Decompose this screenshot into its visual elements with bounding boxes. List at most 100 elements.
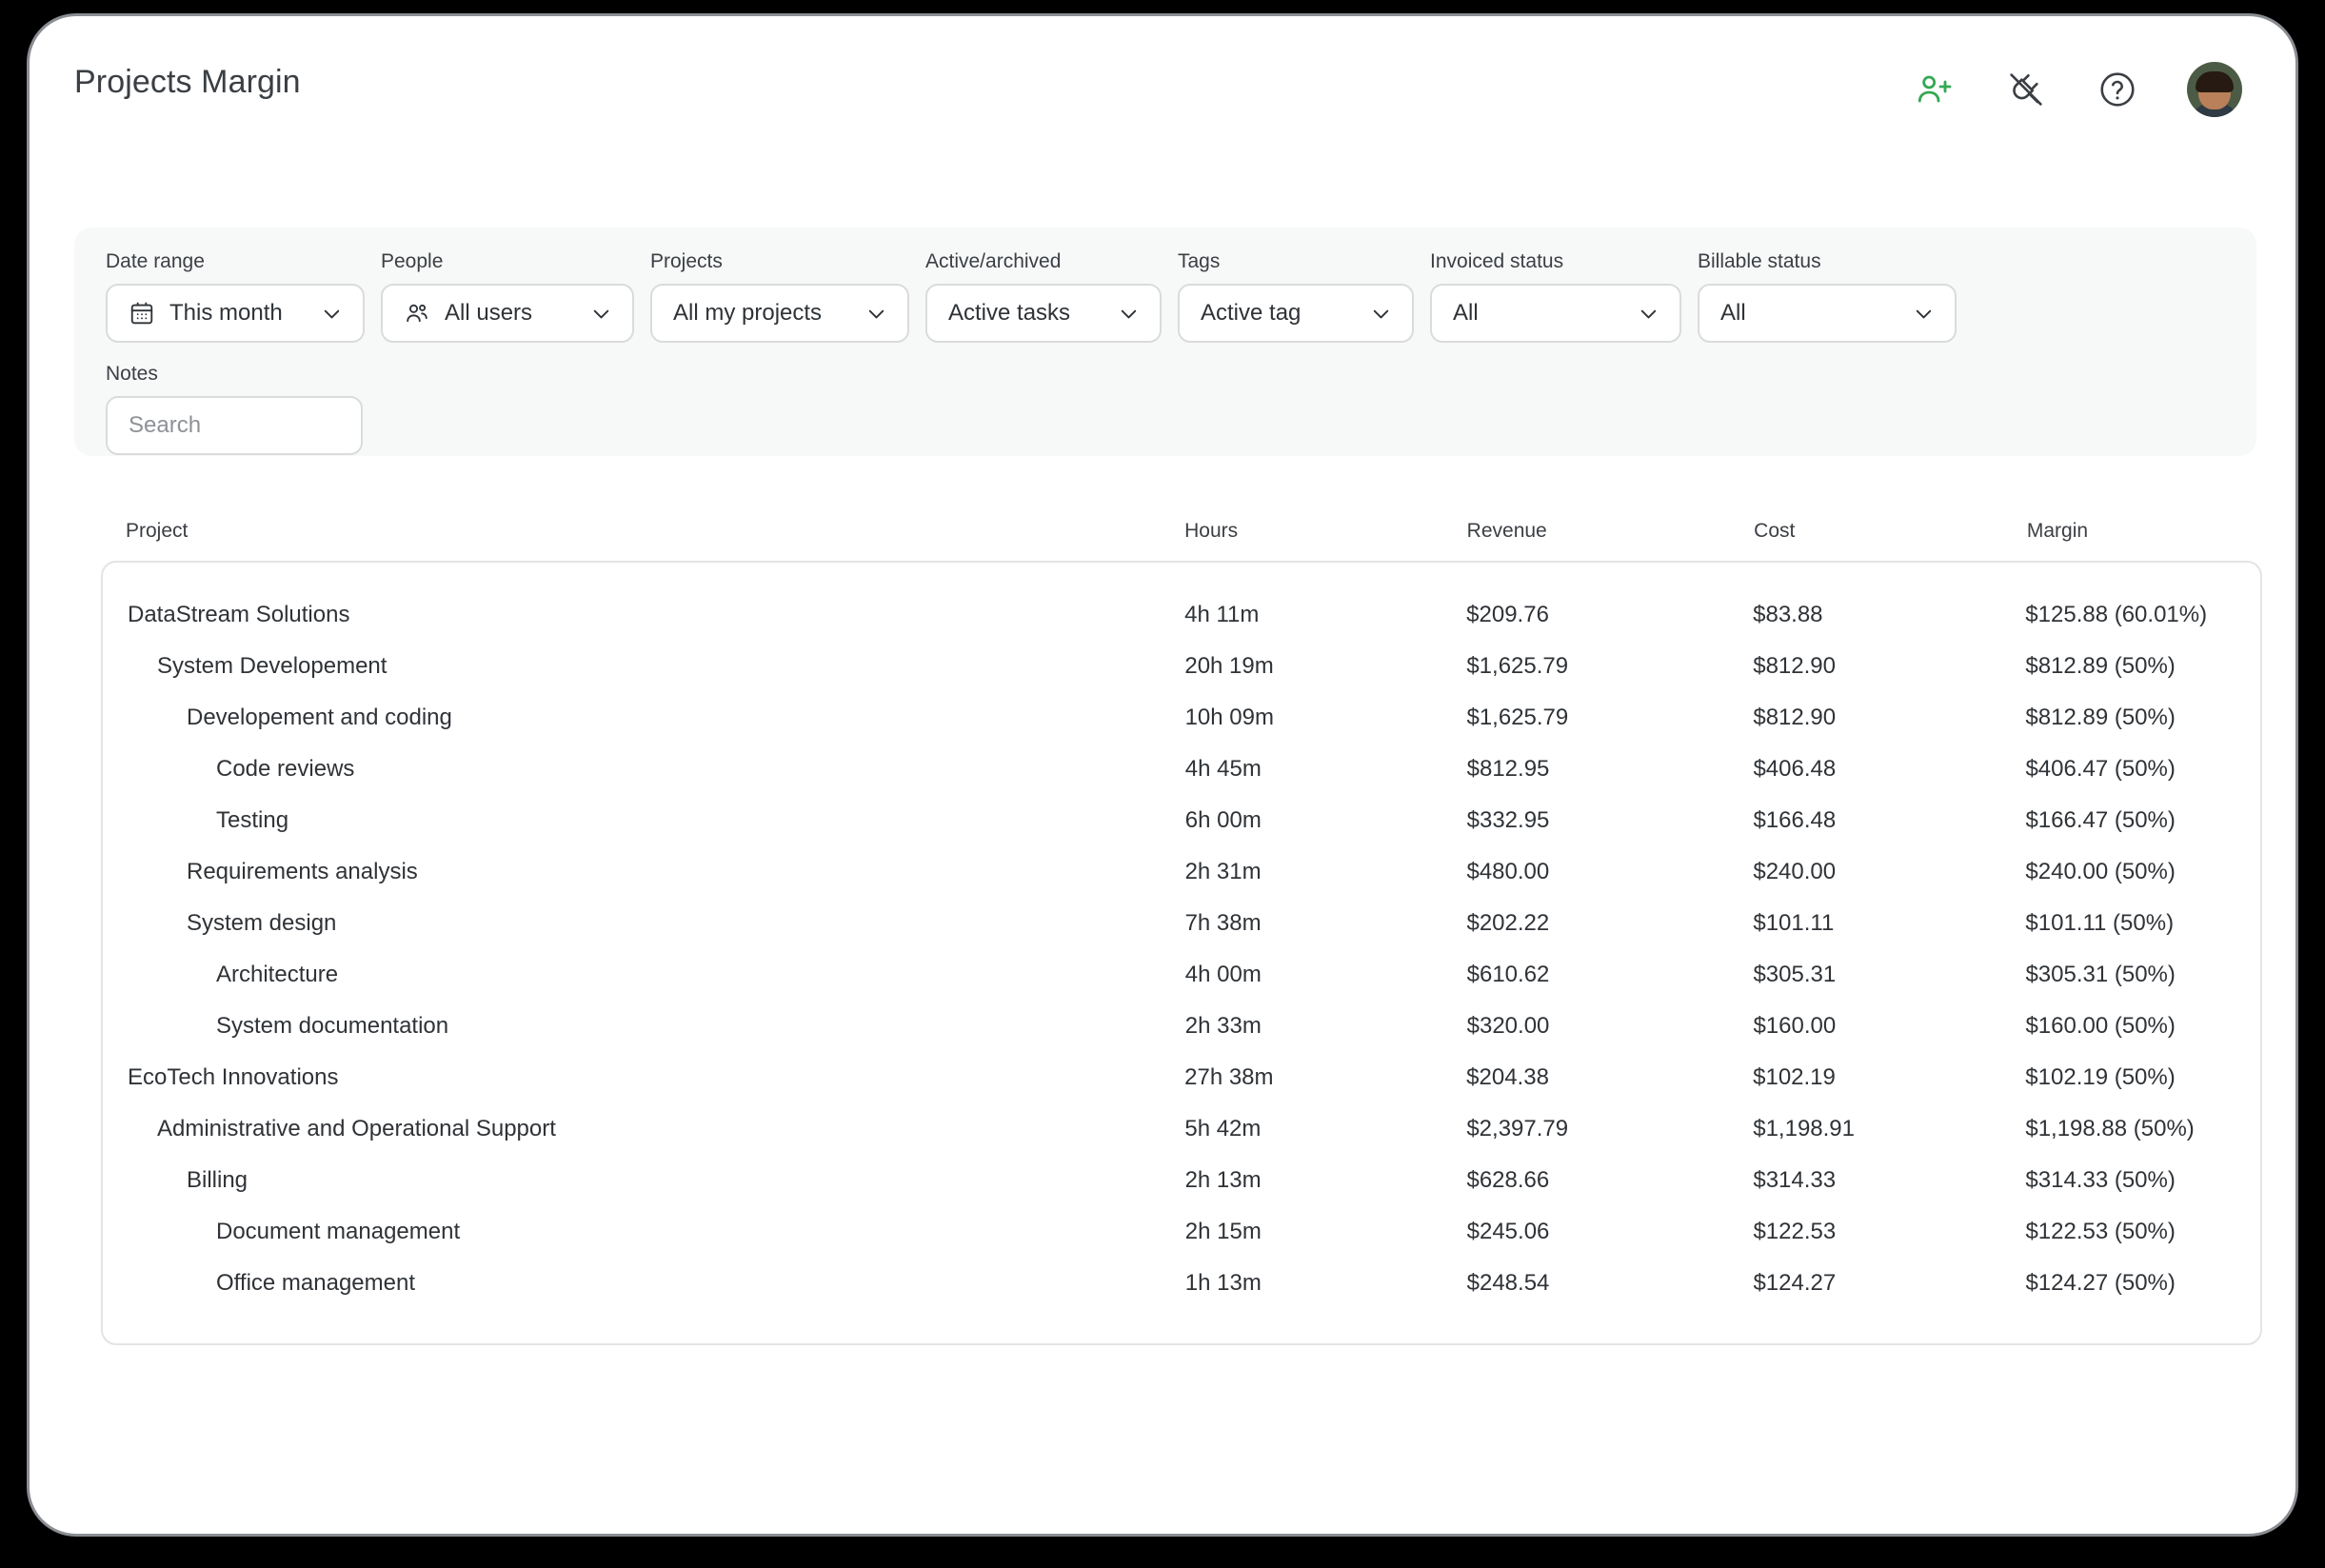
cell-revenue: $209.76	[1466, 602, 1753, 628]
cell-project: Requirements analysis	[128, 859, 1185, 885]
calendar-icon	[129, 300, 155, 327]
cell-project: DataStream Solutions	[128, 602, 1184, 628]
table-header-row: Project Hours Revenue Cost Margin	[101, 504, 2262, 559]
cell-project: Architecture	[128, 962, 1185, 988]
filter-label-people: People	[381, 250, 634, 273]
table-row[interactable]: Office management1h 13m$248.54$124.27$12…	[103, 1258, 2260, 1309]
filter-label-billable-status: Billable status	[1698, 250, 1957, 273]
column-header-revenue: Revenue	[1467, 520, 1755, 543]
filter-select-billable-status[interactable]: All	[1698, 284, 1957, 343]
cell-revenue: $610.62	[1467, 962, 1754, 988]
filter-value-people: All users	[445, 300, 588, 327]
cell-project: System Developement	[128, 653, 1184, 680]
cell-margin: $101.11 (50%)	[2025, 910, 2260, 937]
cell-revenue: $204.38	[1466, 1064, 1753, 1091]
filter-value-projects: All my projects	[673, 300, 864, 327]
filter-label-tags: Tags	[1178, 250, 1414, 273]
chevron-down-icon	[319, 301, 345, 327]
chevron-down-icon	[588, 301, 614, 327]
projects-margin-table: Project Hours Revenue Cost Margin DataSt…	[101, 504, 2262, 1345]
cell-cost: $1,198.91	[1753, 1116, 2025, 1142]
cell-project: Developement and coding	[128, 705, 1185, 731]
filter-group-projects: Projects All my projects	[650, 250, 909, 343]
filter-label-projects: Projects	[650, 250, 909, 273]
cell-hours: 4h 11m	[1184, 602, 1466, 628]
column-header-project: Project	[126, 520, 1184, 543]
cell-margin: $240.00 (50%)	[2025, 859, 2260, 885]
avatar-hair	[2196, 71, 2234, 92]
header-actions	[1913, 62, 2242, 117]
cell-revenue: $245.06	[1467, 1219, 1754, 1245]
search-input[interactable]	[106, 396, 363, 455]
filter-select-tags[interactable]: Active tag	[1178, 284, 1414, 343]
chevron-down-icon	[1368, 301, 1394, 327]
table-row[interactable]: Requirements analysis2h 31m$480.00$240.0…	[103, 846, 2260, 898]
column-header-hours: Hours	[1184, 520, 1467, 543]
table-row[interactable]: System Developement20h 19m$1,625.79$812.…	[103, 641, 2260, 692]
cell-revenue: $332.95	[1467, 807, 1754, 834]
cell-hours: 7h 38m	[1185, 910, 1467, 937]
chevron-down-icon	[864, 301, 889, 327]
filter-select-invoiced-status[interactable]: All	[1430, 284, 1681, 343]
chevron-down-icon	[1636, 301, 1661, 327]
cell-hours: 4h 45m	[1185, 756, 1467, 783]
cell-project: EcoTech Innovations	[128, 1064, 1184, 1091]
cell-margin: $812.89 (50%)	[2025, 705, 2260, 731]
cell-hours: 1h 13m	[1185, 1270, 1467, 1297]
cell-project: System documentation	[128, 1013, 1185, 1040]
column-header-margin: Margin	[2027, 520, 2262, 543]
add-user-icon[interactable]	[1913, 68, 1957, 111]
table-row[interactable]: Architecture4h 00m$610.62$305.31$305.31 …	[103, 949, 2260, 1001]
avatar[interactable]	[2187, 62, 2242, 117]
filter-group-invoiced-status: Invoiced status All	[1430, 250, 1681, 343]
filter-select-people[interactable]: All users	[381, 284, 634, 343]
help-circle-icon[interactable]	[2096, 68, 2139, 111]
cell-cost: $812.90	[1753, 705, 2025, 731]
filter-select-projects[interactable]: All my projects	[650, 284, 909, 343]
cell-project: Administrative and Operational Support	[128, 1116, 1184, 1142]
filter-value-active-archived: Active tasks	[948, 300, 1116, 327]
table-row[interactable]: System design7h 38m$202.22$101.11$101.11…	[103, 898, 2260, 949]
cell-margin: $102.19 (50%)	[2025, 1064, 2260, 1091]
filter-panel: Date range This month	[74, 228, 2256, 456]
table-row[interactable]: Document management2h 15m$245.06$122.53$…	[103, 1206, 2260, 1258]
cell-margin: $406.47 (50%)	[2025, 756, 2260, 783]
table-row[interactable]: Administrative and Operational Support5h…	[103, 1103, 2260, 1155]
table-row[interactable]: DataStream Solutions4h 11m$209.76$83.88$…	[103, 589, 2260, 641]
table-body-card: DataStream Solutions4h 11m$209.76$83.88$…	[101, 561, 2262, 1345]
cell-hours: 2h 13m	[1185, 1167, 1467, 1194]
cell-revenue: $812.95	[1467, 756, 1754, 783]
filter-label-date-range: Date range	[106, 250, 365, 273]
filter-value-date-range: This month	[169, 300, 319, 327]
filter-label-invoiced-status: Invoiced status	[1430, 250, 1681, 273]
table-row[interactable]: Developement and coding10h 09m$1,625.79$…	[103, 692, 2260, 744]
cell-margin: $125.88 (60.01%)	[2025, 602, 2260, 628]
table-row[interactable]: Code reviews4h 45m$812.95$406.48$406.47 …	[103, 744, 2260, 795]
table-row[interactable]: System documentation2h 33m$320.00$160.00…	[103, 1001, 2260, 1052]
cell-hours: 27h 38m	[1184, 1064, 1466, 1091]
cell-project: Office management	[128, 1270, 1185, 1297]
cell-cost: $83.88	[1753, 602, 2025, 628]
cell-margin: $314.33 (50%)	[2025, 1167, 2260, 1194]
table-row[interactable]: EcoTech Innovations27h 38m$204.38 $102.19…	[103, 1052, 2260, 1103]
filter-group-billable-status: Billable status All	[1698, 250, 1957, 343]
cell-project: System design	[128, 910, 1185, 937]
cell-revenue: $248.54	[1467, 1270, 1754, 1297]
filter-label-notes: Notes	[106, 363, 363, 386]
cell-cost: $166.48	[1753, 807, 2025, 834]
cell-revenue: $628.66	[1466, 1167, 1753, 1194]
plug-icon[interactable]	[2004, 68, 2048, 111]
cell-cost: $160.00	[1753, 1013, 2025, 1040]
cell-project: Billing	[128, 1167, 1185, 1194]
filter-select-date-range[interactable]: This month	[106, 284, 365, 343]
cell-hours: 5h 42m	[1184, 1116, 1466, 1142]
table-row[interactable]: Testing6h 00m$332.95$166.48$166.47 (50%)	[103, 795, 2260, 846]
filter-group-notes: Notes	[106, 363, 363, 455]
filter-select-active-archived[interactable]: Active tasks	[925, 284, 1162, 343]
cell-margin: $166.47 (50%)	[2025, 807, 2260, 834]
cell-revenue: $202.22	[1466, 910, 1753, 937]
table-row[interactable]: Billing2h 13m$628.66$314.33$314.33 (50%)	[103, 1155, 2260, 1206]
filters-row: Date range This month	[106, 250, 1957, 343]
cell-hours: 2h 15m	[1185, 1219, 1467, 1245]
cell-cost: $406.48	[1753, 756, 2025, 783]
